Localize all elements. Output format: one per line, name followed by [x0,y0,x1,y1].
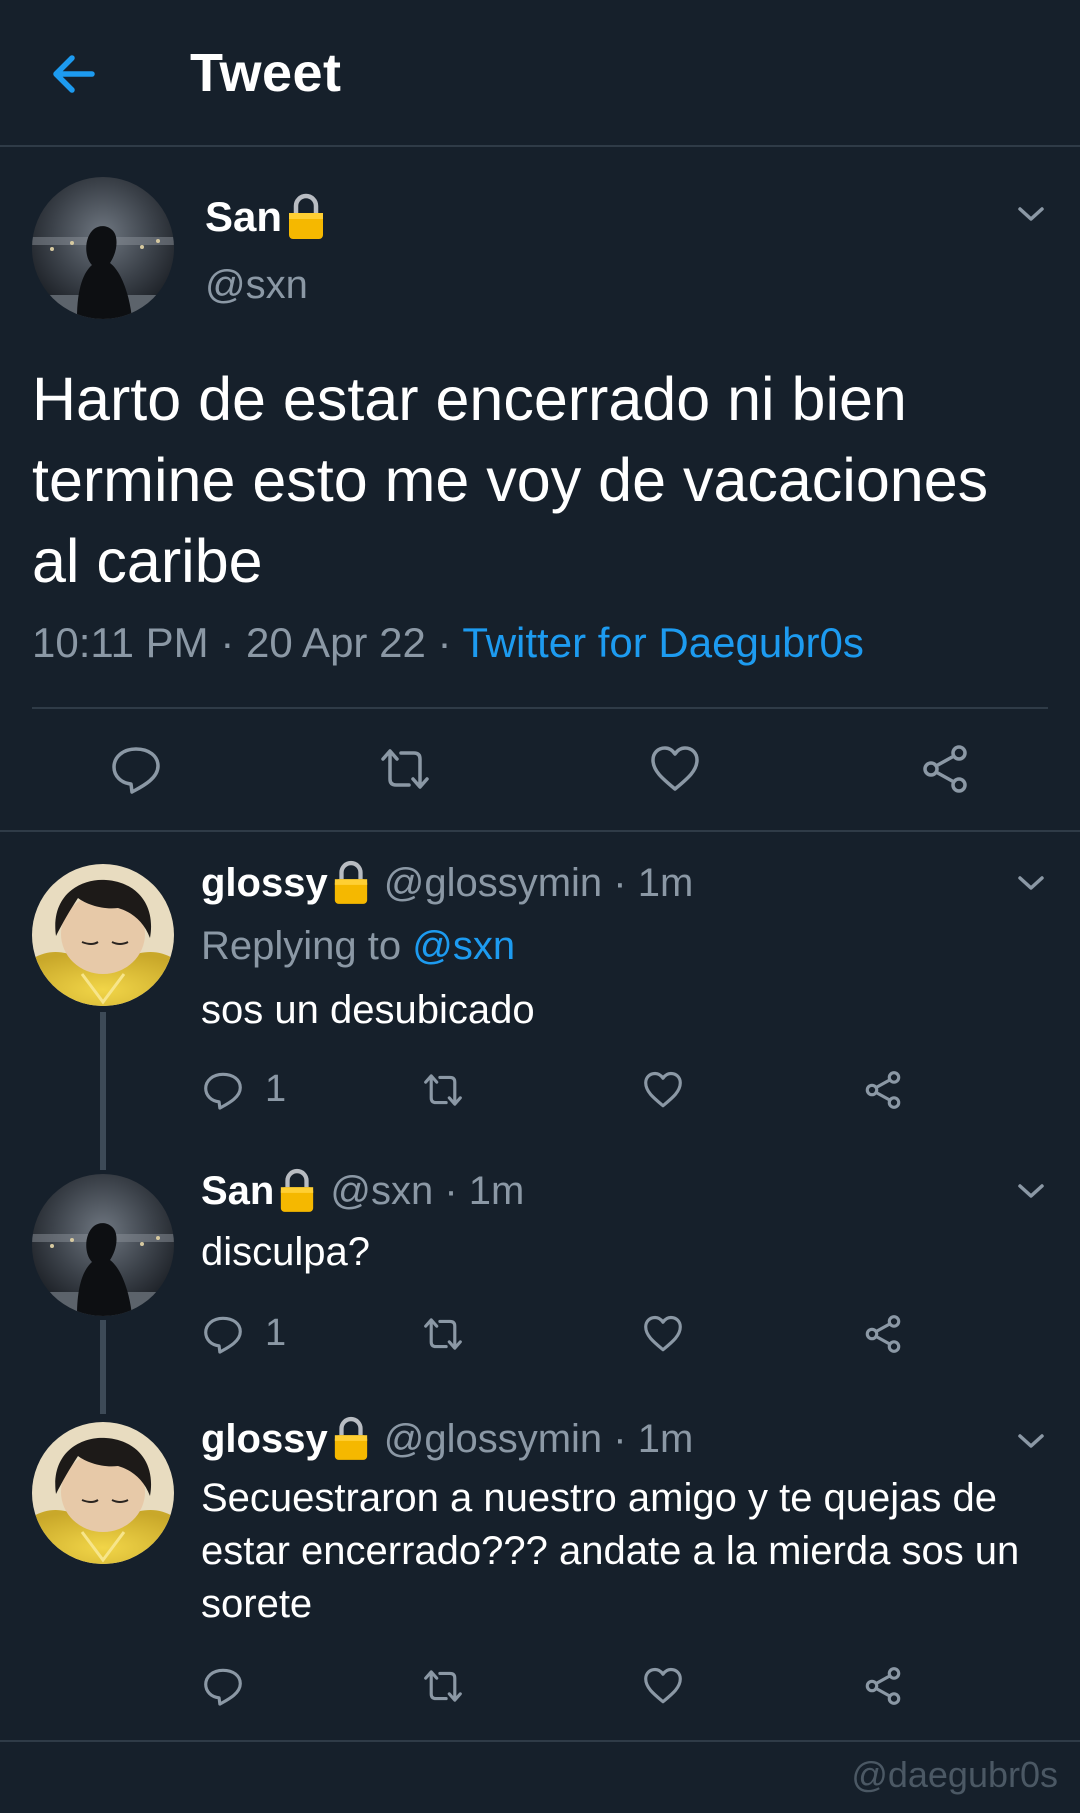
author-name[interactable]: glossy [201,1417,328,1462]
mention-link[interactable]: @sxn [412,924,515,968]
author-handle[interactable]: @sxn · 1m [330,1169,524,1214]
avatar[interactable] [32,1174,174,1316]
replying-to: Replying to @sxn [201,924,516,968]
tweet-meta: 10:11 PM · 20 Apr 22 · Twitter for Daegu… [32,619,864,666]
lock-icon [332,1416,370,1462]
reply-header: glossy @glossymin · 1m [201,1416,693,1462]
author-name[interactable]: San [205,193,326,241]
tweet-text: Secuestraron a nuestro amigo y te quejas… [201,1476,1020,1626]
chevron-down-icon[interactable] [1014,866,1048,900]
author-name[interactable]: San [201,1169,274,1214]
avatar[interactable] [32,177,174,319]
reply-count: 1 [265,1068,287,1110]
avatar[interactable] [32,1422,174,1564]
bottom-bar: @daegubr0s [0,1740,1080,1813]
share-icon[interactable] [917,741,973,797]
reply-icon[interactable] [201,1312,245,1356]
tweet-actions: 1 [201,1068,961,1116]
reply-tweet[interactable]: glossy @glossymin · 1m Replying to @sxn … [0,832,1080,1170]
share-icon[interactable] [861,1664,905,1708]
retweet-icon[interactable] [421,1664,465,1708]
retweet-icon[interactable] [421,1312,465,1356]
page-title: Tweet [190,43,342,103]
author-handle[interactable]: @glossymin · 1m [384,861,694,906]
chevron-down-icon[interactable] [1014,1424,1048,1458]
tweet-actions [0,709,1080,829]
share-icon[interactable] [861,1312,905,1356]
lock-icon [278,1168,316,1214]
tweet-actions [201,1664,961,1712]
tweet-date: 20 Apr 22 [245,619,426,666]
watermark: @daegubr0s [851,1754,1058,1795]
chevron-down-icon[interactable] [1014,197,1048,231]
tweet-text: Harto de estar encerrado ni bien termine… [32,365,989,595]
tweet-source-link[interactable]: Twitter for Daegubr0s [462,619,864,666]
tweet-text: sos un desubicado [201,988,535,1032]
back-arrow-icon[interactable] [46,46,102,102]
heart-icon[interactable] [641,1068,685,1112]
author-handle[interactable]: @glossymin · 1m [384,1417,694,1462]
heart-icon[interactable] [641,1312,685,1356]
heart-icon[interactable] [647,741,703,797]
reply-icon[interactable] [108,741,164,797]
top-bar: Tweet [0,0,1080,147]
tweet-actions: 1 [201,1312,961,1360]
author-handle[interactable]: @sxn [205,263,308,308]
tweet-text: disculpa? [201,1230,371,1274]
tweet-screen: Tweet San @sxn Harto de estar encerrado … [0,0,1080,1813]
retweet-icon[interactable] [421,1068,465,1112]
reply-header: San @sxn · 1m [201,1168,524,1214]
lock-icon [286,193,326,241]
avatar[interactable] [32,864,174,1006]
chevron-down-icon[interactable] [1014,1174,1048,1208]
reply-icon[interactable] [201,1068,245,1112]
main-tweet[interactable]: San @sxn Harto de estar encerrado ni bie… [0,149,1080,829]
reply-icon[interactable] [201,1664,245,1708]
tweet-time: 10:11 PM [32,619,209,666]
lock-icon [332,860,370,906]
retweet-icon[interactable] [377,741,433,797]
reply-header: glossy @glossymin · 1m [201,860,693,906]
author-name[interactable]: glossy [201,861,328,906]
reply-tweet[interactable]: San @sxn · 1m disculpa? 1 [0,1142,1080,1414]
share-icon[interactable] [861,1068,905,1112]
heart-icon[interactable] [641,1664,685,1708]
reply-count: 1 [265,1312,287,1354]
reply-tweet[interactable]: glossy @glossymin · 1m Secuestraron a nu… [0,1392,1080,1740]
